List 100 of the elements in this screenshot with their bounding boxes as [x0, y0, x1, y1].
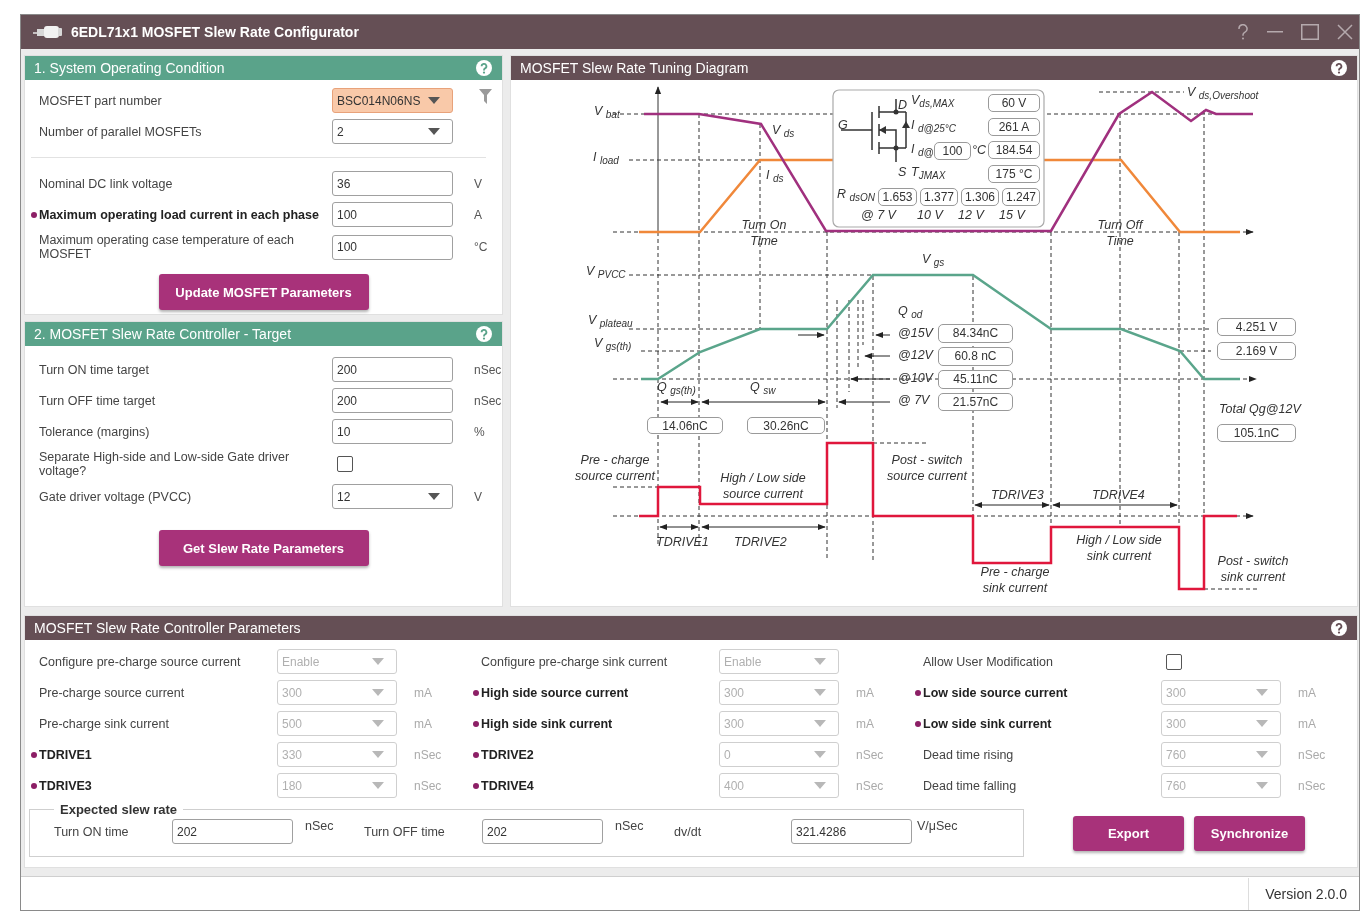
- unit-label: V: [474, 489, 482, 504]
- caret-icon: [372, 658, 384, 665]
- guide-line: [862, 299, 864, 346]
- value-readout: 261 A: [988, 118, 1040, 136]
- input-field[interactable]: 321.4286: [791, 819, 912, 844]
- unit-label: nSec: [414, 778, 442, 793]
- field-label: TDRIVE1: [39, 747, 93, 762]
- value-readout: 105.1nC: [1217, 424, 1296, 442]
- field-label: Nominal DC link voltage: [39, 176, 174, 191]
- diagram-label: V$_{ds,MAX}$: [911, 92, 955, 108]
- diagram-label: @10V: [898, 370, 933, 386]
- value-readout: 1.306: [961, 188, 999, 206]
- filter-icon[interactable]: [479, 89, 492, 104]
- field-label: Pre-charge sink current: [39, 716, 170, 731]
- pointer-arrow: [838, 398, 891, 406]
- field-label: Pre-charge source current: [39, 685, 186, 700]
- diagram-label: TDRIVE2: [734, 534, 787, 550]
- caret-icon: [814, 658, 826, 665]
- unit-label: nSec: [614, 819, 645, 833]
- dimension-arrow: [660, 398, 699, 406]
- value-readout: 60 V: [988, 94, 1040, 112]
- unit-label: nSec: [856, 747, 884, 762]
- dropdown[interactable]: 12: [332, 484, 453, 509]
- caret-icon: [814, 689, 826, 696]
- value-readout: 100: [934, 142, 971, 160]
- update-button[interactable]: Update MOSFET Parameters: [158, 274, 369, 310]
- field-label: Number of parallel MOSFETs: [39, 124, 203, 139]
- value-readout: 4.251 V: [1217, 318, 1296, 336]
- diagram-label: @12V: [898, 347, 933, 363]
- input-field[interactable]: 200: [332, 357, 453, 382]
- pointer-arrow: [797, 331, 825, 339]
- diagram-label: V $_{bat}$: [594, 103, 620, 119]
- value-readout: 14.06nC: [647, 417, 723, 434]
- diagram-label: V $_{PVCC}$: [586, 263, 626, 279]
- diagram-label: I $_{load}$: [593, 149, 619, 165]
- field-label: Turn ON time: [54, 824, 130, 839]
- export-button[interactable]: Export: [1073, 816, 1184, 851]
- input-field[interactable]: 202: [172, 819, 293, 844]
- synchronize-button[interactable]: Synchronize: [1194, 816, 1305, 851]
- field-label: Turn ON time target: [39, 362, 150, 377]
- unit-label: A: [474, 207, 482, 222]
- diagram-label: G: [838, 117, 848, 133]
- dropdown[interactable]: BSC014N06NS: [332, 88, 453, 113]
- field-label: Turn OFF time: [364, 824, 446, 839]
- dimension-arrow: [659, 523, 699, 531]
- group-legend: Expected slew rate: [54, 802, 184, 817]
- field-label: Maximum operating case temperature of each MOSFET: [39, 233, 295, 261]
- field-label: Tolerance (margins): [39, 424, 151, 439]
- field-label: Low side source current: [923, 685, 1069, 700]
- diagram-label: Q $_{od}$: [898, 303, 923, 319]
- help-icon[interactable]: [1331, 620, 1347, 636]
- pointer-arrow: [850, 375, 891, 383]
- diagram-label: Q $_{gs(th)}$: [657, 379, 696, 395]
- unit-label: mA: [856, 685, 874, 700]
- unit-label: nSec: [414, 747, 442, 762]
- help-icon[interactable]: [1331, 60, 1347, 76]
- diagram-label: Post - switch sink current: [1216, 553, 1290, 585]
- input-field[interactable]: 100: [332, 234, 453, 260]
- version-label: Version 2.0.0: [1248, 877, 1359, 910]
- diagram-label: High / Low side source current: [719, 470, 807, 502]
- checkbox[interactable]: [1166, 653, 1182, 670]
- diagram-label: Q $_{sw}$: [750, 379, 776, 395]
- diagram-label: TDRIVE4: [1092, 487, 1145, 503]
- input-field[interactable]: 36: [332, 171, 453, 196]
- panel-title: 1. System Operating Condition: [34, 60, 225, 76]
- field-label: Gate driver voltage (PVCC): [39, 489, 193, 504]
- unit-label: V: [474, 176, 482, 191]
- input-field[interactable]: 202: [482, 819, 603, 844]
- diagram-label: TDRIVE3: [991, 487, 1044, 503]
- diagram-label: TDRIVE1: [656, 534, 709, 550]
- input-field[interactable]: 200: [332, 388, 453, 413]
- diagram-label: Post - switch source current: [886, 452, 969, 484]
- maximize-icon[interactable]: [1301, 24, 1319, 40]
- input-field[interactable]: 100: [332, 202, 453, 227]
- diagram-label: Total Qg@12V: [1219, 401, 1301, 417]
- field-label: MOSFET part number: [39, 93, 163, 108]
- close-icon[interactable]: [1337, 24, 1353, 40]
- value-readout: 184.54: [988, 141, 1040, 159]
- help-icon[interactable]: [1237, 24, 1249, 40]
- minimize-icon[interactable]: [1267, 31, 1283, 33]
- caret-icon: [1256, 720, 1268, 727]
- dropdown[interactable]: 2: [332, 119, 453, 144]
- field-label: Low side sink current: [923, 716, 1053, 731]
- checkbox[interactable]: [337, 456, 353, 472]
- diagram-label: High / Low side sink current: [1075, 532, 1163, 564]
- get-parameters-button[interactable]: Get Slew Rate Parameters: [158, 530, 369, 566]
- mosfet-symbol-drawing: [840, 98, 910, 163]
- unit-label: mA: [1298, 716, 1316, 731]
- field-label: Maximum operating load current in each phase: [39, 207, 320, 222]
- unit-label: nSec: [474, 362, 502, 377]
- input-field[interactable]: 10: [332, 419, 453, 444]
- diagram-label: @15V: [898, 325, 933, 341]
- caret-icon: [1256, 782, 1268, 789]
- value-readout: 1.247: [1002, 188, 1040, 206]
- caret-icon: [428, 97, 440, 104]
- diagram-label: V $_{gs}$: [922, 251, 945, 267]
- diagram-label: D: [898, 97, 908, 113]
- panel-title: 2. MOSFET Slew Rate Controller - Target: [34, 326, 292, 342]
- value-readout: 21.57nC: [938, 393, 1013, 411]
- caret-icon: [372, 782, 384, 789]
